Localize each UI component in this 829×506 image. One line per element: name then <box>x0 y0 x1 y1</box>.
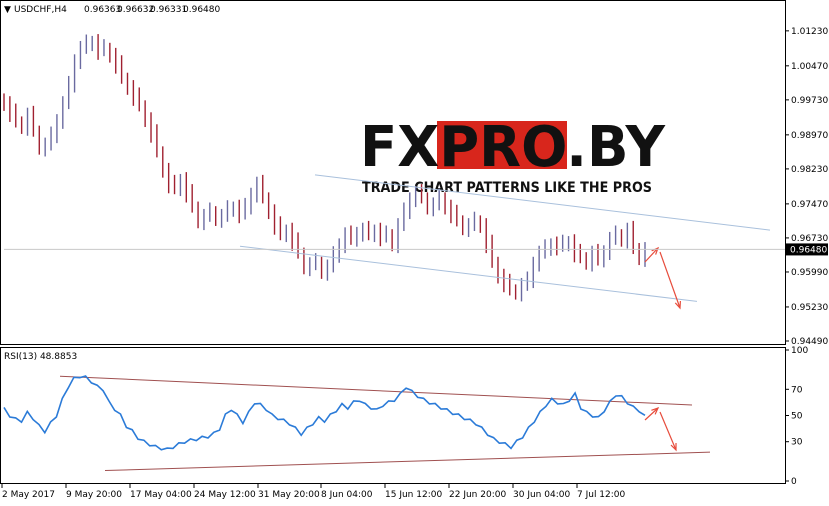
rsi-tick-label: 50 <box>791 412 803 422</box>
ohlc-low: 0.96331 <box>150 5 187 15</box>
time-tick-label: 22 Jun 20:00 <box>449 490 506 500</box>
time-tick-label: 7 Jul 12:00 <box>577 490 626 500</box>
ohlc-high: 0.96632 <box>117 5 154 15</box>
symbol-header: USDCHF,H4 <box>14 5 67 15</box>
watermark-brand: FXPRO.BY <box>360 115 666 180</box>
price-tick-label: 0.95230 <box>791 303 828 313</box>
time-tick-label: 31 May 20:00 <box>258 490 320 500</box>
price-tick-label: 0.98970 <box>791 131 828 141</box>
time-tick-label: 2 May 2017 <box>2 490 55 500</box>
last-price-label: 0.96480 <box>790 245 827 255</box>
price-tick-label: 0.99730 <box>791 96 828 106</box>
price-tick-label: 1.01970 <box>791 0 828 3</box>
rsi-tick-label: 70 <box>791 385 803 395</box>
price-tick-label: 0.95990 <box>791 268 828 278</box>
rsi-panel <box>0 347 786 484</box>
watermark: FXPRO.BY TRADE CHART PATTERNS LIKE THE P… <box>360 115 666 196</box>
price-tick-label: 1.01230 <box>791 27 828 37</box>
time-tick-label: 30 Jun 04:00 <box>513 490 570 500</box>
time-tick-label: 15 Jun 12:00 <box>385 490 442 500</box>
time-tick-label: 24 May 12:00 <box>194 490 256 500</box>
price-tick-label: 1.00470 <box>791 62 828 72</box>
symbol-menu-icon[interactable]: ▼ <box>4 5 11 15</box>
time-tick-label: 9 May 20:00 <box>66 490 122 500</box>
price-tick-label: 0.96730 <box>791 234 828 244</box>
ohlc-close: 0.96480 <box>183 5 220 15</box>
ohlc-open: 0.96363 <box>84 5 121 15</box>
rsi-tick-label: 30 <box>791 438 803 448</box>
rsi-tick-label: 100 <box>791 346 808 356</box>
rsi-tick-label: 0 <box>791 477 797 487</box>
time-tick-label: 17 May 04:00 <box>130 490 192 500</box>
chart-canvas: ▼ USDCHF,H4 0.96363 0.96632 0.96331 0.96… <box>0 0 828 500</box>
time-tick-label: 8 Jun 04:00 <box>321 490 373 500</box>
watermark-tagline: TRADE CHART PATTERNS LIKE THE PROS <box>362 180 652 196</box>
rsi-header: RSI(13) 48.8853 <box>4 352 77 362</box>
price-tick-label: 0.97470 <box>791 200 828 210</box>
price-tick-label: 0.98230 <box>791 165 828 175</box>
